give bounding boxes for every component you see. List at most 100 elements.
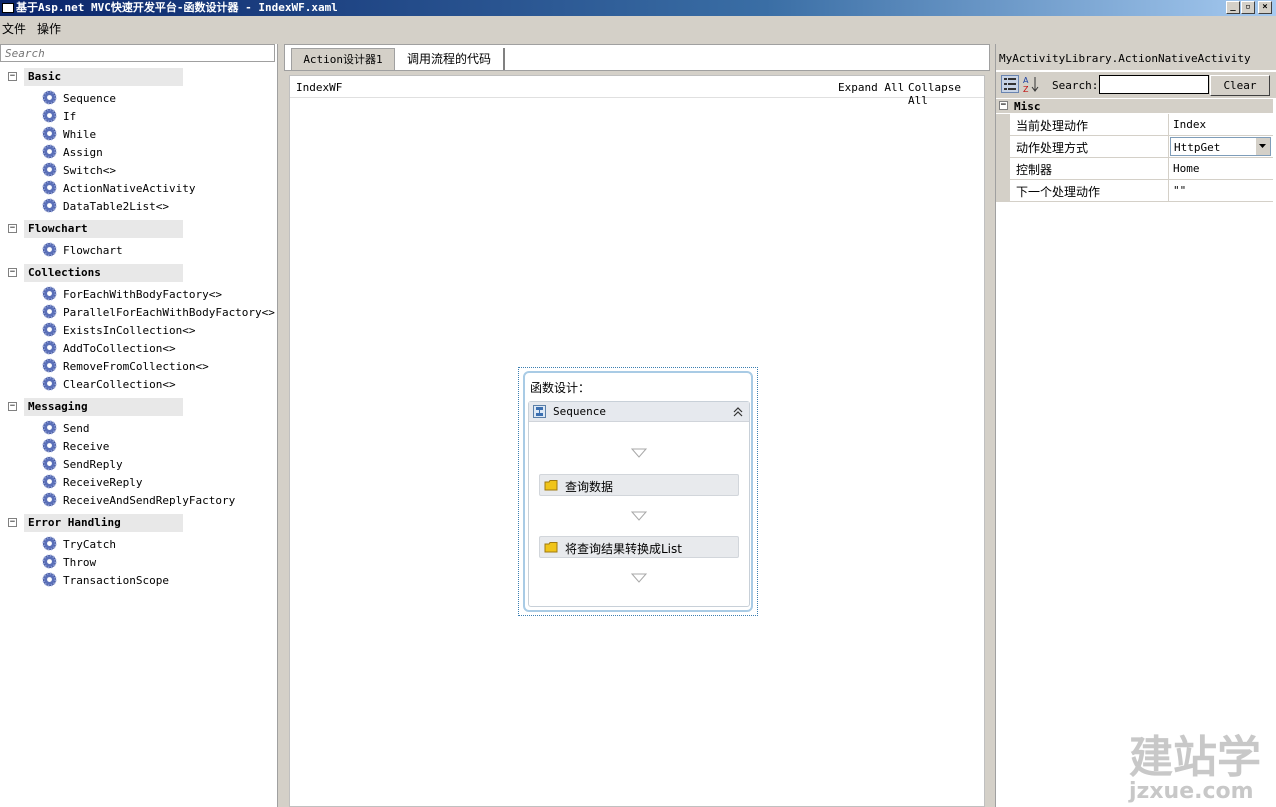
toolbox-item[interactable]: TransactionScope	[0, 572, 270, 590]
toolbox-item[interactable]: ReceiveAndSendReplyFactory	[0, 492, 270, 510]
collapse-toggle-icon[interactable]: −	[999, 101, 1008, 110]
collapse-all-link[interactable]: Collapse All	[908, 81, 984, 107]
toolbox-item-label: ForEachWithBodyFactory<>	[63, 288, 222, 301]
toolbox-item[interactable]: While	[0, 126, 270, 144]
toolbox-item[interactable]: If	[0, 108, 270, 126]
property-name: 当前处理动作	[1016, 119, 1089, 133]
collapse-toggle-icon[interactable]: −	[8, 518, 17, 527]
menu-operations[interactable]: 操作	[37, 20, 61, 37]
property-search-input[interactable]	[1099, 75, 1209, 94]
workflow-designer-canvas[interactable]: IndexWF Expand All Collapse All 函数设计： Se…	[289, 75, 985, 807]
http-method-select[interactable]: HttpGet	[1170, 137, 1271, 156]
designer-area: Action设计器1 调用流程的代码 IndexWF Expand All Co…	[282, 44, 990, 807]
toolbox-item[interactable]: Throw	[0, 554, 270, 572]
drop-target-arrow-icon[interactable]	[631, 511, 647, 521]
toolbox-panel: −BasicSequenceIfWhileAssignSwitch<>Actio…	[0, 44, 278, 807]
categorized-view-icon[interactable]	[1001, 75, 1019, 93]
tab-workflow-code[interactable]: 调用流程的代码	[395, 48, 505, 70]
toolbox-category[interactable]: Error Handling	[24, 514, 183, 532]
column-divider	[1168, 114, 1169, 135]
toolbox-search	[0, 44, 275, 62]
property-value[interactable]: Index	[1173, 118, 1206, 131]
workflow-root-activity[interactable]: 函数设计： Sequence 查询数据 将查询结果转换成List	[523, 371, 753, 612]
property-grid-toolbar: A Z Search: Clear	[996, 72, 1276, 98]
toolbox-item[interactable]: ForEachWithBodyFactory<>	[0, 286, 270, 304]
gear-icon	[42, 162, 57, 177]
gear-icon	[42, 180, 57, 195]
toolbox-item[interactable]: ReceiveReply	[0, 474, 270, 492]
collapse-toggle-icon[interactable]: −	[8, 268, 17, 277]
toolbox-category[interactable]: Flowchart	[24, 220, 183, 238]
toolbox-item[interactable]: ParallelForEachWithBodyFactory<>	[0, 304, 275, 322]
toolbox-item-label: ClearCollection<>	[63, 378, 176, 391]
toolbox-item[interactable]: Switch<>	[0, 162, 270, 180]
property-row-controller[interactable]: 控制器 Home	[996, 158, 1273, 180]
tab-action-designer[interactable]: Action设计器1	[291, 48, 395, 70]
collapse-toggle-icon[interactable]: −	[8, 72, 17, 81]
gear-icon	[42, 536, 57, 551]
expand-all-link[interactable]: Expand All	[838, 81, 904, 94]
toolbox-item[interactable]: ClearCollection<>	[0, 376, 270, 394]
collapse-chevron-icon[interactable]	[731, 404, 745, 418]
clear-button[interactable]: Clear	[1210, 75, 1270, 96]
toolbox-item[interactable]: Sequence	[0, 90, 270, 108]
property-name: 控制器	[1016, 163, 1053, 177]
sequence-activity[interactable]: Sequence 查询数据 将查询结果转换成List	[528, 401, 750, 607]
toolbox-item-label: Sequence	[63, 92, 116, 105]
title-bar: 基于Asp.net MVC快速开发平台-函数设计器 - IndexWF.xaml…	[0, 0, 1276, 16]
column-divider	[1168, 136, 1169, 157]
toolbox-item[interactable]: Assign	[0, 144, 270, 162]
select-value: HttpGet	[1174, 141, 1221, 154]
gear-icon	[42, 358, 57, 373]
watermark-brand: 建站学	[1129, 732, 1261, 783]
toolbox-item[interactable]: SendReply	[0, 456, 270, 474]
property-search-label: Search:	[1052, 79, 1099, 92]
drop-target-arrow-icon[interactable]	[631, 448, 647, 458]
activity-label: 查询数据	[565, 480, 614, 494]
menu-file[interactable]: 文件	[2, 20, 26, 37]
property-row-current-action[interactable]: 当前处理动作 Index	[996, 114, 1273, 136]
alphabetical-sort-icon[interactable]: A Z	[1022, 75, 1040, 93]
folder-icon	[544, 542, 558, 553]
gear-icon	[42, 554, 57, 569]
minimize-button[interactable]: _	[1226, 1, 1240, 14]
toolbox-item[interactable]: RemoveFromCollection<>	[0, 358, 270, 376]
gear-icon	[42, 456, 57, 471]
gear-icon	[42, 438, 57, 453]
category-misc[interactable]: − Misc	[996, 99, 1273, 113]
toolbox-item[interactable]: Receive	[0, 438, 270, 456]
toolbox-category[interactable]: Messaging	[24, 398, 183, 416]
toolbox-item-label: Assign	[63, 146, 103, 159]
restore-button[interactable]: ▫	[1241, 1, 1255, 14]
toolbox-item-label: ReceiveAndSendReplyFactory	[63, 494, 236, 507]
toolbox-category[interactable]: Basic	[24, 68, 183, 86]
activity-query-data[interactable]: 查询数据	[539, 474, 739, 496]
collapse-toggle-icon[interactable]: −	[8, 224, 17, 233]
property-value[interactable]: Home	[1173, 162, 1200, 175]
toolbox-item[interactable]: ExistsInCollection<>	[0, 322, 270, 340]
dropdown-button[interactable]	[1255, 138, 1270, 155]
collapse-toggle-icon[interactable]: −	[8, 402, 17, 411]
drop-target-arrow-icon[interactable]	[631, 573, 647, 583]
property-row-next-action[interactable]: 下一个处理动作 ""	[996, 180, 1273, 202]
toolbox-category[interactable]: Collections	[24, 264, 183, 282]
toolbox-item[interactable]: Send	[0, 420, 270, 438]
breadcrumb[interactable]: IndexWF	[296, 81, 342, 94]
row-gutter	[996, 136, 1010, 157]
column-divider	[1168, 180, 1169, 201]
activity-convert-to-list[interactable]: 将查询结果转换成List	[539, 536, 739, 558]
property-row-http-method[interactable]: 动作处理方式 HttpGet	[996, 136, 1273, 158]
toolbox-item[interactable]: AddToCollection<>	[0, 340, 270, 358]
toolbox-item[interactable]: TryCatch	[0, 536, 270, 554]
menu-bar: 文件 操作	[0, 16, 1276, 38]
close-button[interactable]: ×	[1258, 1, 1272, 14]
gear-icon	[42, 286, 57, 301]
property-value[interactable]: ""	[1173, 184, 1186, 197]
gear-icon	[42, 474, 57, 489]
toolbox-item[interactable]: ActionNativeActivity	[0, 180, 270, 198]
toolbox-item[interactable]: Flowchart	[0, 242, 270, 260]
workflow-activity-selection[interactable]: 函数设计： Sequence 查询数据 将查询结果转换成List	[518, 367, 758, 616]
toolbox-item[interactable]: DataTable2List<>	[0, 198, 270, 216]
toolbox-item-label: While	[63, 128, 97, 141]
toolbox-search-input[interactable]	[1, 45, 274, 61]
